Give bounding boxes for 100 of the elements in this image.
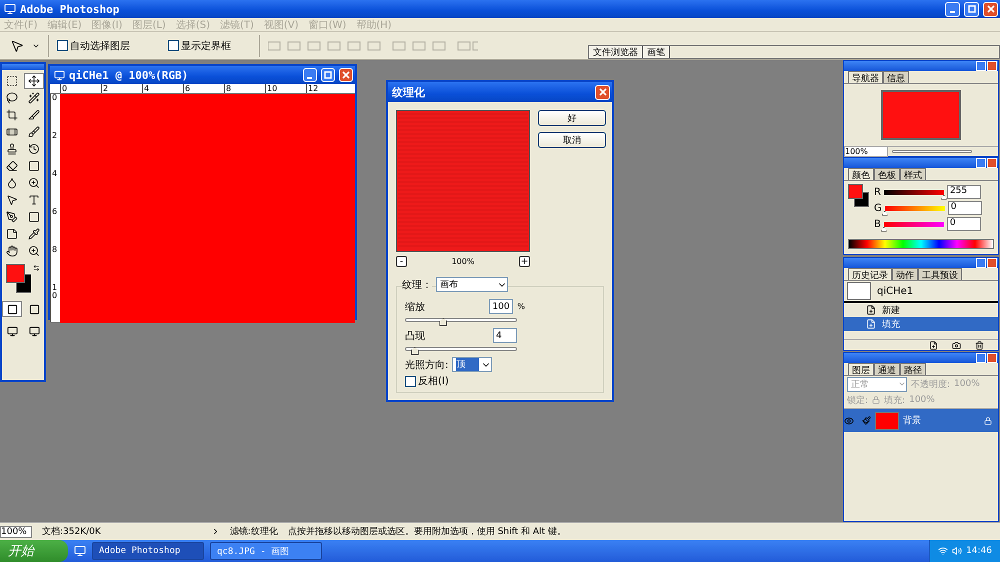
browser-icon[interactable] — [74, 545, 86, 557]
panel-tab[interactable]: 信息 — [883, 71, 909, 83]
panel-tab[interactable]: 导航器 — [848, 71, 883, 83]
close-icon — [342, 71, 350, 79]
channel-value[interactable]: 0 — [948, 201, 982, 215]
app-title: Adobe Photoshop — [20, 2, 120, 16]
zoom-level: 100% — [452, 257, 474, 266]
panel-tab[interactable]: 色板 — [874, 168, 900, 180]
panel-tab[interactable]: 通道 — [874, 363, 900, 375]
channel-value[interactable]: 255 — [946, 185, 981, 199]
brush-icon — [28, 126, 40, 138]
type-tool-icon — [28, 194, 40, 206]
eyedropper-icon — [28, 228, 40, 240]
color-swatches-icon[interactable] — [848, 184, 870, 208]
slider-thumb[interactable] — [439, 318, 448, 326]
volume-icon[interactable] — [952, 546, 962, 556]
lock-icon — [984, 416, 992, 424]
cancel-button[interactable]: 取消 — [538, 132, 606, 148]
close-button[interactable] — [339, 68, 353, 82]
panel-tab[interactable]: 历史记录 — [848, 268, 892, 280]
ruler-number: 10 — [265, 84, 306, 93]
snapshot-name[interactable]: qiCHe1 — [877, 286, 914, 296]
zoom-field[interactable]: 100% — [0, 526, 32, 538]
color-spectrum[interactable] — [848, 239, 994, 249]
slider-thumb[interactable] — [880, 226, 887, 232]
minimize-button[interactable] — [945, 2, 960, 16]
navigator-zoom-field[interactable]: 100% — [844, 146, 888, 157]
panel-tab[interactable]: 图层 — [848, 363, 874, 375]
close-button[interactable] — [987, 158, 997, 168]
panel-tab[interactable]: 工具预设 — [918, 268, 962, 280]
channel-label: R — [874, 186, 881, 198]
palette-tab[interactable]: 文件浏览器 — [589, 46, 643, 58]
slider-thumb[interactable] — [410, 347, 419, 355]
document-size: 文档:352K/0K — [42, 526, 101, 538]
new-document-icon[interactable] — [929, 340, 938, 350]
tool-button[interactable] — [24, 73, 44, 89]
network-icon[interactable] — [938, 546, 948, 556]
camera-icon[interactable] — [952, 340, 961, 350]
trash-icon[interactable] — [975, 340, 984, 350]
pen-tool-icon — [6, 211, 18, 223]
note-icon — [6, 228, 18, 240]
checkbox[interactable] — [405, 376, 416, 386]
history-item[interactable]: 填充 — [844, 317, 998, 331]
hand-icon — [6, 245, 18, 257]
eye-icon[interactable] — [844, 416, 854, 426]
maximize-button[interactable] — [964, 2, 979, 16]
document-icon — [866, 305, 876, 315]
history-brush-icon — [28, 143, 40, 155]
panel-tab[interactable]: 动作 — [892, 268, 918, 280]
channel-value[interactable]: 0 — [946, 217, 981, 231]
minimize-button[interactable] — [976, 258, 986, 268]
minimize-button[interactable] — [303, 68, 317, 82]
palette-tab[interactable]: 画笔 — [643, 46, 670, 58]
panel-tab[interactable]: 颜色 — [848, 168, 874, 180]
relief-input[interactable]: 4 — [493, 328, 517, 343]
minimize-button[interactable] — [976, 353, 986, 363]
taskbar-button[interactable]: qc8.JPG - 画图 — [210, 542, 322, 560]
magic-wand-icon — [28, 92, 40, 104]
ok-button[interactable]: 好 — [538, 110, 606, 126]
close-button[interactable] — [987, 353, 997, 363]
app-icon — [4, 3, 16, 15]
ruler-number: 4 — [142, 84, 183, 93]
opacity-label: 不透明度: — [911, 378, 950, 390]
light-direction-dropdown[interactable]: 顶 — [452, 357, 492, 372]
close-button[interactable] — [983, 2, 998, 16]
close-icon — [598, 88, 606, 96]
panel-tab[interactable]: 样式 — [900, 168, 926, 180]
history-item[interactable]: 新建 — [844, 303, 998, 317]
minimize-button[interactable] — [976, 61, 986, 71]
document-icon — [866, 319, 876, 329]
dialog-title: 纹理化 — [392, 84, 426, 100]
close-button[interactable] — [987, 61, 997, 71]
clock: 14:46 — [966, 546, 992, 556]
layer-row[interactable]: 背景 — [844, 408, 998, 432]
swap-icon[interactable] — [33, 264, 40, 272]
checkbox[interactable] — [168, 40, 179, 51]
zoom-out-button[interactable]: - — [396, 256, 407, 267]
ruler-number: 12 — [306, 84, 347, 93]
ruler-number: 6 — [50, 208, 58, 246]
close-button[interactable] — [595, 84, 610, 100]
standard-mode-button[interactable] — [2, 301, 22, 317]
panel-tab[interactable]: 路径 — [900, 363, 926, 375]
slice-tool-icon — [28, 109, 40, 121]
maximize-icon — [324, 71, 332, 79]
ruler-number: 2 — [50, 132, 58, 170]
ruler-number: 10 — [50, 284, 58, 322]
eraser-icon — [6, 160, 18, 172]
close-button[interactable] — [987, 258, 997, 268]
scaling-input[interactable]: 100 — [489, 299, 514, 314]
color-swatches-icon[interactable] — [6, 264, 32, 294]
maximize-button[interactable] — [321, 68, 335, 82]
checkbox-label: 反相(I) — [418, 374, 449, 388]
document-title: qiCHe1 @ 100%(RGB) — [69, 68, 190, 82]
zoom-in-button[interactable]: + — [519, 256, 530, 267]
marquee-tool-icon — [6, 75, 18, 87]
minimize-button[interactable] — [976, 158, 986, 168]
slider-thumb[interactable] — [882, 210, 888, 216]
texture-dropdown[interactable]: 画布 — [436, 277, 508, 292]
taskbar-button[interactable]: Adobe Photoshop — [92, 542, 204, 560]
checkbox[interactable] — [57, 40, 68, 51]
